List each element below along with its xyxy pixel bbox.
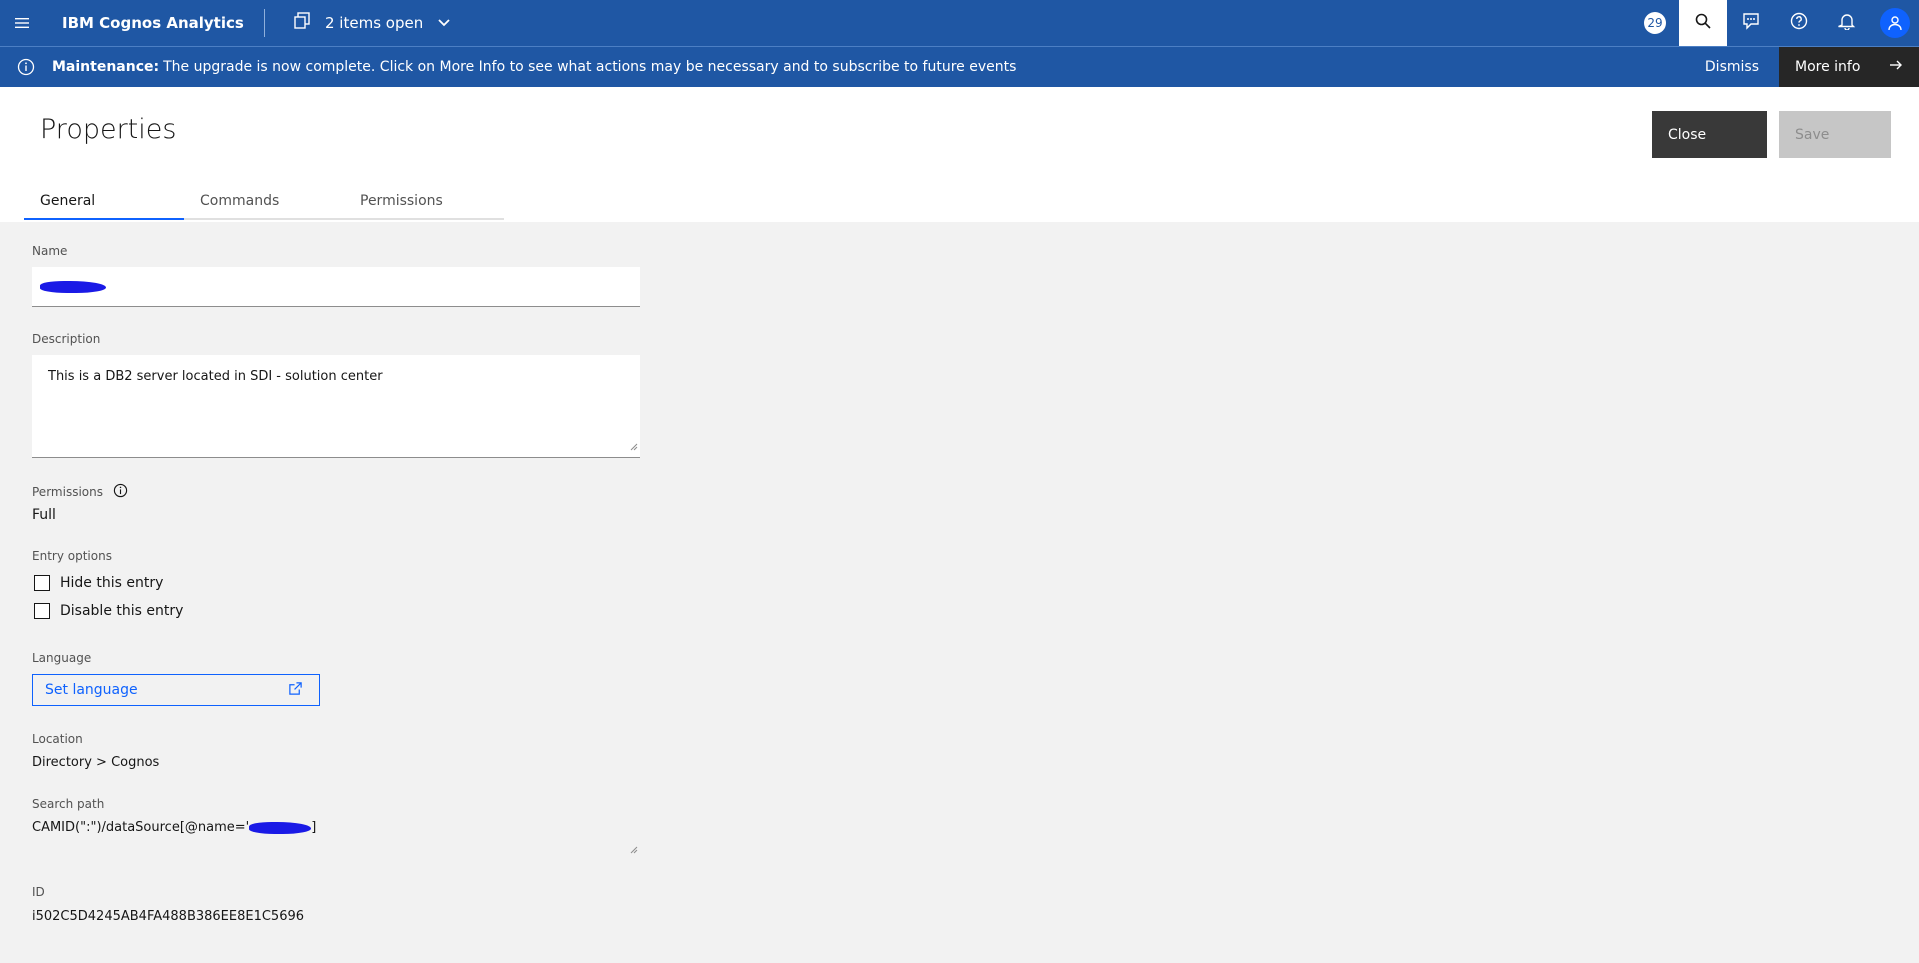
open-items-icon — [293, 12, 311, 34]
disable-entry-checkbox[interactable] — [34, 603, 50, 619]
redacted-name — [40, 281, 106, 293]
set-language-button[interactable]: Set language — [32, 674, 320, 706]
more-info-label: More info — [1795, 59, 1861, 75]
resize-handle-icon[interactable] — [630, 436, 638, 455]
items-open-switcher[interactable]: 2 items open — [293, 0, 451, 46]
set-language-label: Set language — [45, 682, 138, 698]
items-open-label: 2 items open — [325, 14, 424, 32]
location-value: Directory > Cognos — [32, 755, 160, 770]
permissions-value: Full — [32, 507, 56, 523]
save-button[interactable]: Save — [1779, 111, 1891, 158]
help-button[interactable] — [1775, 0, 1823, 46]
chat-icon — [1742, 12, 1760, 34]
more-info-button[interactable]: More info — [1779, 47, 1919, 87]
topbar-actions: 29 — [1631, 0, 1919, 46]
search-path-prefix: CAMID(":")/dataSource[@name=' — [32, 820, 250, 835]
permissions-label-row: Permissions — [32, 483, 128, 501]
launch-icon — [288, 681, 303, 700]
tab-general[interactable]: General — [24, 184, 184, 220]
properties-header: Properties Close Save General Commands P… — [0, 87, 1919, 222]
user-profile-button[interactable] — [1871, 0, 1919, 46]
close-button[interactable]: Close — [1652, 111, 1767, 158]
search-path-label: Search path — [32, 797, 105, 811]
bell-icon — [1838, 12, 1856, 34]
app-title: IBM Cognos Analytics — [62, 14, 244, 32]
permissions-label: Permissions — [32, 485, 103, 499]
hide-entry-checkbox[interactable] — [34, 575, 50, 591]
banner-message: The upgrade is now complete. Click on Mo… — [163, 59, 1017, 75]
maintenance-banner: Maintenance: The upgrade is now complete… — [0, 46, 1919, 87]
menu-icon[interactable] — [0, 0, 44, 46]
banner-label: Maintenance: — [52, 59, 160, 75]
notification-count[interactable]: 29 — [1631, 0, 1679, 46]
search-icon — [1695, 13, 1711, 33]
info-icon — [0, 58, 52, 76]
help-icon — [1790, 12, 1808, 34]
redaction-mark — [249, 821, 312, 834]
user-avatar-icon — [1880, 8, 1910, 38]
language-label: Language — [32, 651, 92, 665]
divider — [264, 9, 265, 37]
disable-entry-option[interactable]: Disable this entry — [34, 603, 183, 619]
hide-entry-option[interactable]: Hide this entry — [34, 575, 163, 591]
entry-options-label: Entry options — [32, 549, 112, 563]
count-badge: 29 — [1644, 12, 1666, 34]
search-path-suffix: ] — [311, 820, 317, 835]
page-title: Properties — [40, 114, 177, 145]
tab-list: General Commands Permissions — [24, 184, 504, 220]
location-label: Location — [32, 732, 83, 746]
search-button[interactable] — [1679, 0, 1727, 46]
description-text: This is a DB2 server located in SDI - so… — [48, 369, 383, 384]
chevron-down-icon — [437, 14, 451, 32]
tab-permissions[interactable]: Permissions — [344, 184, 504, 220]
description-textarea[interactable]: This is a DB2 server located in SDI - so… — [32, 355, 640, 458]
tab-commands[interactable]: Commands — [184, 184, 344, 220]
resize-handle-icon[interactable] — [630, 843, 638, 858]
name-label: Name — [32, 244, 68, 258]
id-label: ID — [32, 885, 45, 899]
permissions-info-icon[interactable] — [113, 483, 128, 501]
description-label: Description — [32, 332, 101, 346]
arrow-right-icon — [1889, 59, 1903, 75]
notifications-button[interactable] — [1823, 0, 1871, 46]
search-path-field[interactable]: CAMID(":")/dataSource[@name='] — [32, 820, 640, 860]
disable-entry-label: Disable this entry — [60, 603, 184, 619]
hide-entry-label: Hide this entry — [60, 575, 164, 591]
chat-button[interactable] — [1727, 0, 1775, 46]
redacted-source-name — [249, 821, 312, 834]
id-value: i502C5D4245AB4FA488B386EE8E1C5696 — [32, 909, 305, 924]
dismiss-button[interactable]: Dismiss — [1685, 47, 1779, 87]
top-navigation-bar: IBM Cognos Analytics 2 items open 29 — [0, 0, 1919, 46]
name-input[interactable] — [32, 267, 640, 307]
